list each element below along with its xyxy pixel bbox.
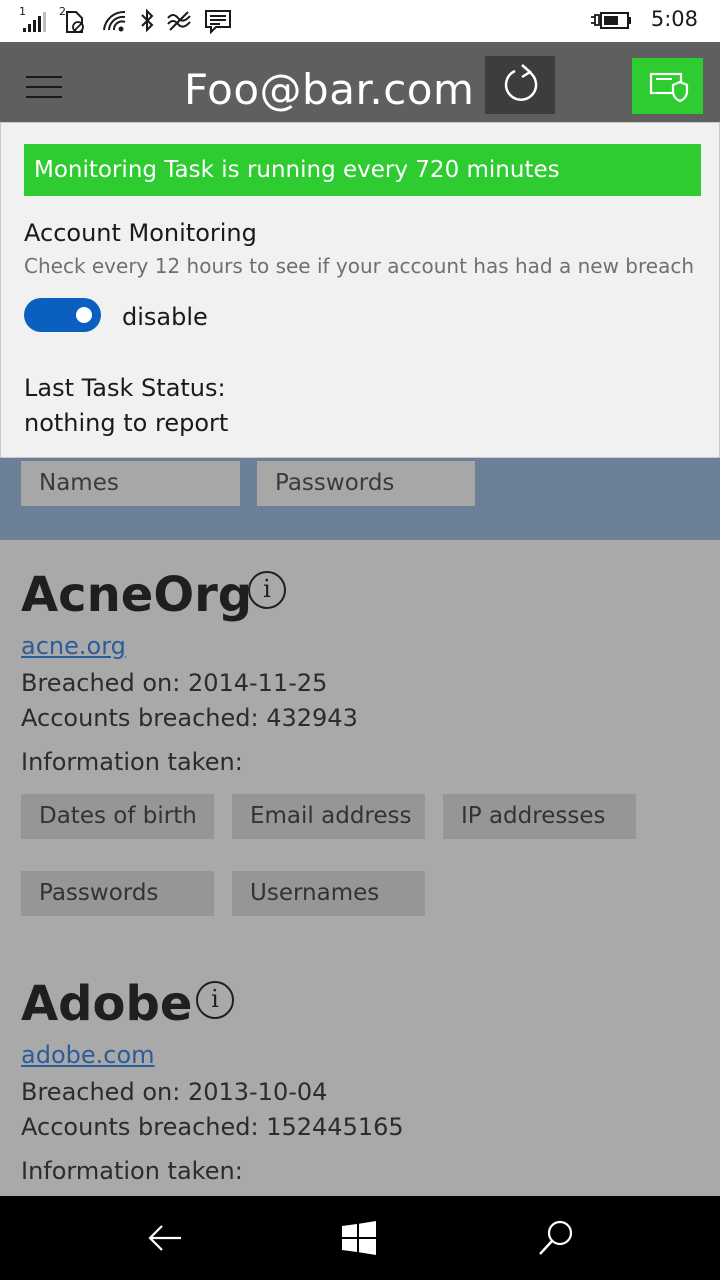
data-class-chip: Usernames <box>232 871 425 916</box>
shield-monitor-icon <box>649 72 689 103</box>
filter-passwords[interactable]: Passwords <box>257 461 475 506</box>
toggle-label: disable <box>122 303 208 331</box>
sim2-icon: 2 <box>59 5 84 33</box>
battery-icon <box>591 12 631 29</box>
breached-on: Breached on: 2014-11-25 <box>21 669 327 697</box>
clock: 5:08 <box>650 7 698 31</box>
breached-on-label: Breached on: <box>21 1078 181 1106</box>
information-taken-label: Information taken: <box>21 748 243 776</box>
accounts-breached-label: Accounts breached: <box>21 1113 259 1141</box>
breached-on-value: 2013-10-04 <box>187 1078 328 1106</box>
account-title: Foo@bar.com <box>184 65 475 114</box>
data-class-chip: Dates of birth <box>21 794 214 839</box>
monitoring-banner: Monitoring Task is running every 720 min… <box>24 144 701 196</box>
data-icon <box>167 11 191 31</box>
breached-on-value: 2014-11-25 <box>187 669 328 697</box>
filter-strip: Names Passwords <box>0 458 720 540</box>
signal-icon: 1 <box>19 5 46 32</box>
monitoring-panel: Monitoring Task is running every 720 min… <box>0 122 720 458</box>
sim2-label: 2 <box>59 5 66 18</box>
toggle-knob <box>76 307 92 323</box>
monitoring-title: Account Monitoring <box>24 219 257 247</box>
search-icon[interactable] <box>532 1214 580 1262</box>
refresh-button[interactable] <box>485 56 555 114</box>
breach-domain-link[interactable]: acne.org <box>21 632 126 660</box>
breach-title: AcneOrg <box>21 567 253 623</box>
accounts-breached-value: 152445165 <box>266 1113 404 1141</box>
information-taken-label: Information taken: <box>21 1157 243 1185</box>
breached-on: Breached on: 2013-10-04 <box>21 1078 327 1106</box>
bluetooth-icon <box>141 8 154 33</box>
app-header: Foo@bar.com <box>0 42 720 122</box>
data-class-chip: Email address <box>232 794 425 839</box>
data-class-chip: Passwords <box>21 871 214 916</box>
accounts-breached-value: 432943 <box>266 704 358 732</box>
status-bar: 1 2 5:08 <box>0 0 720 42</box>
last-task-status-label: Last Task Status: <box>24 374 226 402</box>
info-icon[interactable]: i <box>196 981 234 1019</box>
data-class-chip: IP addresses <box>443 794 636 839</box>
system-nav-bar <box>0 1196 720 1280</box>
monitor-button[interactable] <box>632 58 703 114</box>
message-icon <box>205 10 231 34</box>
windows-start-icon[interactable] <box>335 1214 383 1262</box>
refresh-icon <box>504 64 538 101</box>
info-icon[interactable]: i <box>248 571 286 609</box>
back-icon[interactable] <box>140 1214 188 1262</box>
last-task-status-value: nothing to report <box>24 409 229 437</box>
wifi-icon <box>103 10 126 32</box>
hamburger-icon[interactable] <box>26 76 62 102</box>
sim1-label: 1 <box>19 5 26 18</box>
monitoring-description: Check every 12 hours to see if your acco… <box>24 254 694 278</box>
monitoring-toggle[interactable] <box>24 298 101 332</box>
accounts-breached-label: Accounts breached: <box>21 704 259 732</box>
breach-domain-link[interactable]: adobe.com <box>21 1041 155 1069</box>
filter-names[interactable]: Names <box>21 461 240 506</box>
breached-on-label: Breached on: <box>21 669 181 697</box>
accounts-breached: Accounts breached: 432943 <box>21 704 358 732</box>
breach-title: Adobe <box>21 976 193 1032</box>
accounts-breached: Accounts breached: 152445165 <box>21 1113 404 1141</box>
